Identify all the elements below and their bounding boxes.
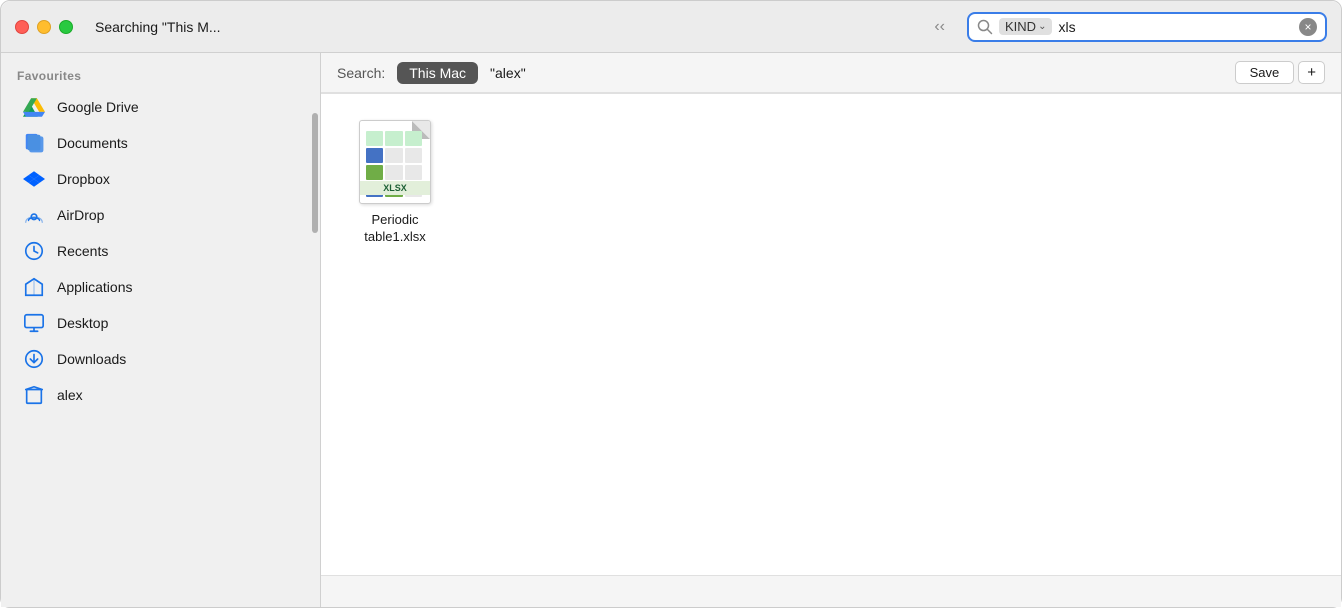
applications-icon <box>23 276 45 298</box>
recents-icon <box>23 240 45 262</box>
file-icon-xlsx: XLSX <box>355 118 435 206</box>
sidebar-item-label-google-drive: Google Drive <box>57 99 139 115</box>
navigate-back-button[interactable]: ‹‹ <box>928 16 951 38</box>
kind-chevron-icon: ⌄ <box>1038 21 1046 32</box>
search-filter-row: Search: This Mac "alex" Save + <box>321 53 1341 93</box>
kind-filter-tag[interactable]: KIND ⌄ <box>999 18 1052 35</box>
airdrop-icon <box>23 204 45 226</box>
sidebar-item-applications[interactable]: Applications <box>7 269 314 305</box>
sidebar-item-airdrop[interactable]: AirDrop <box>7 197 314 233</box>
minimize-button[interactable] <box>37 20 51 34</box>
sidebar-item-label-documents: Documents <box>57 135 128 151</box>
file-name: Periodictable1.xlsx <box>364 212 425 246</box>
xlsx-label: XLSX <box>360 181 430 195</box>
scrollbar-thumb[interactable] <box>312 113 318 233</box>
close-button[interactable] <box>15 20 29 34</box>
title-bar: Searching "This M... ‹‹ KIND ⌄ × <box>1 1 1341 53</box>
search-input[interactable] <box>1058 19 1293 35</box>
traffic-lights <box>15 20 73 34</box>
search-clear-button[interactable]: × <box>1299 18 1317 36</box>
alex-scope-button[interactable]: "alex" <box>490 65 526 81</box>
sidebar: Favourites Goo <box>1 53 321 607</box>
dropbox-icon <box>23 168 45 190</box>
alex-icon <box>23 384 45 406</box>
scrollbar-track <box>312 73 318 587</box>
search-icon <box>977 19 993 35</box>
sidebar-item-label-airdrop: AirDrop <box>57 207 104 223</box>
save-button[interactable]: Save <box>1235 61 1295 84</box>
sidebar-item-alex[interactable]: alex <box>7 377 314 413</box>
sidebar-item-dropbox[interactable]: Dropbox <box>7 161 314 197</box>
search-label: Search: <box>337 65 385 81</box>
documents-icon <box>23 132 45 154</box>
google-drive-icon <box>23 96 45 118</box>
content-area: Search: This Mac "alex" Save + <box>321 53 1341 607</box>
maximize-button[interactable] <box>59 20 73 34</box>
sidebar-item-downloads[interactable]: Downloads <box>7 341 314 377</box>
main-layout: Favourites Goo <box>1 53 1341 607</box>
sidebar-scroll: Favourites Goo <box>1 53 320 607</box>
sidebar-item-label-alex: alex <box>57 387 83 403</box>
desktop-icon <box>23 312 45 334</box>
sidebar-item-recents[interactable]: Recents <box>7 233 314 269</box>
sidebar-item-label-applications: Applications <box>57 279 133 295</box>
sidebar-item-label-dropbox: Dropbox <box>57 171 110 187</box>
sidebar-item-google-drive[interactable]: Google Drive <box>7 89 314 125</box>
sidebar-item-documents[interactable]: Documents <box>7 125 314 161</box>
kind-label: KIND <box>1005 19 1036 34</box>
sidebar-item-label-desktop: Desktop <box>57 315 108 331</box>
this-mac-button[interactable]: This Mac <box>397 62 478 84</box>
sidebar-section-title: Favourites <box>1 69 320 89</box>
window-title: Searching "This M... <box>85 19 928 35</box>
sidebar-item-desktop[interactable]: Desktop <box>7 305 314 341</box>
search-bar[interactable]: KIND ⌄ × <box>967 12 1327 42</box>
file-grid: XLSX Periodictable1.xlsx <box>321 94 1341 575</box>
add-button[interactable]: + <box>1298 61 1325 84</box>
downloads-icon <box>23 348 45 370</box>
search-actions: Save + <box>1235 61 1325 84</box>
file-item-periodic-table[interactable]: XLSX Periodictable1.xlsx <box>345 118 445 246</box>
sidebar-item-label-recents: Recents <box>57 243 108 259</box>
bottom-bar <box>321 575 1341 607</box>
sidebar-item-label-downloads: Downloads <box>57 351 126 367</box>
